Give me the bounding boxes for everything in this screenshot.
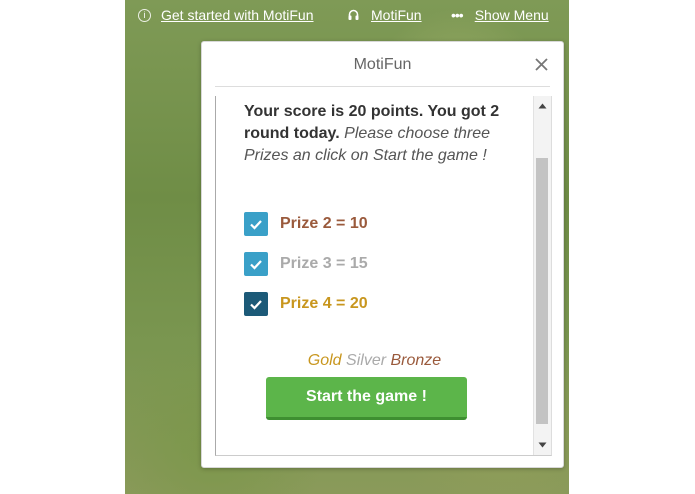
get-started-item[interactable]: i Get started with MotiFun — [138, 7, 314, 23]
show-menu-link[interactable]: Show Menu — [475, 7, 549, 23]
app-link-item[interactable]: MotiFun — [348, 7, 422, 23]
prize-option-1[interactable]: Prize 2 = 10 — [244, 212, 368, 236]
scrollbar[interactable] — [533, 96, 551, 455]
top-bar: i Get started with MotiFun MotiFun ••• S… — [125, 0, 569, 32]
medal-legend: Gold Silver Bronze — [216, 352, 533, 370]
prize-option-3[interactable]: Prize 4 = 20 — [244, 292, 368, 316]
prize-label-2: Prize 3 = 15 — [280, 255, 368, 272]
prize-option-2[interactable]: Prize 3 = 15 — [244, 252, 368, 276]
check-icon — [250, 259, 262, 270]
arrow-down-icon — [538, 442, 547, 448]
app-link[interactable]: MotiFun — [371, 7, 422, 23]
check-icon — [250, 219, 262, 230]
medal-gold: Gold — [307, 352, 342, 369]
medal-silver: Silver — [346, 352, 387, 369]
dialog-content: Your score is 20 points. You got 2 round… — [215, 96, 552, 456]
check-icon — [250, 299, 262, 310]
show-menu-item[interactable]: ••• Show Menu — [451, 7, 549, 23]
medal-bronze: Bronze — [390, 352, 442, 369]
close-button[interactable] — [531, 52, 551, 76]
prize-checkbox-2[interactable] — [244, 252, 268, 276]
dots-icon: ••• — [451, 7, 464, 23]
score-message: Your score is 20 points. You got 2 round… — [244, 101, 512, 167]
prize-label-3: Prize 4 = 20 — [280, 295, 368, 312]
prize-checkbox-1[interactable] — [244, 212, 268, 236]
info-icon: i — [138, 8, 151, 22]
prize-label-1: Prize 2 = 10 — [280, 215, 368, 232]
dialog-title: MotiFun — [353, 56, 412, 73]
title-divider — [215, 86, 550, 87]
motifun-dialog: MotiFun Your score is 20 points. You got… — [201, 41, 564, 468]
get-started-link[interactable]: Get started with MotiFun — [161, 7, 314, 23]
headset-icon — [348, 9, 359, 21]
arrow-up-icon — [538, 103, 547, 109]
start-game-button[interactable]: Start the game ! — [266, 377, 467, 420]
scroll-thumb[interactable] — [536, 158, 548, 424]
prize-checkbox-3[interactable] — [244, 292, 268, 316]
scroll-down-button[interactable] — [534, 437, 551, 453]
close-icon[interactable] — [534, 57, 548, 71]
scroll-up-button[interactable] — [534, 98, 551, 114]
